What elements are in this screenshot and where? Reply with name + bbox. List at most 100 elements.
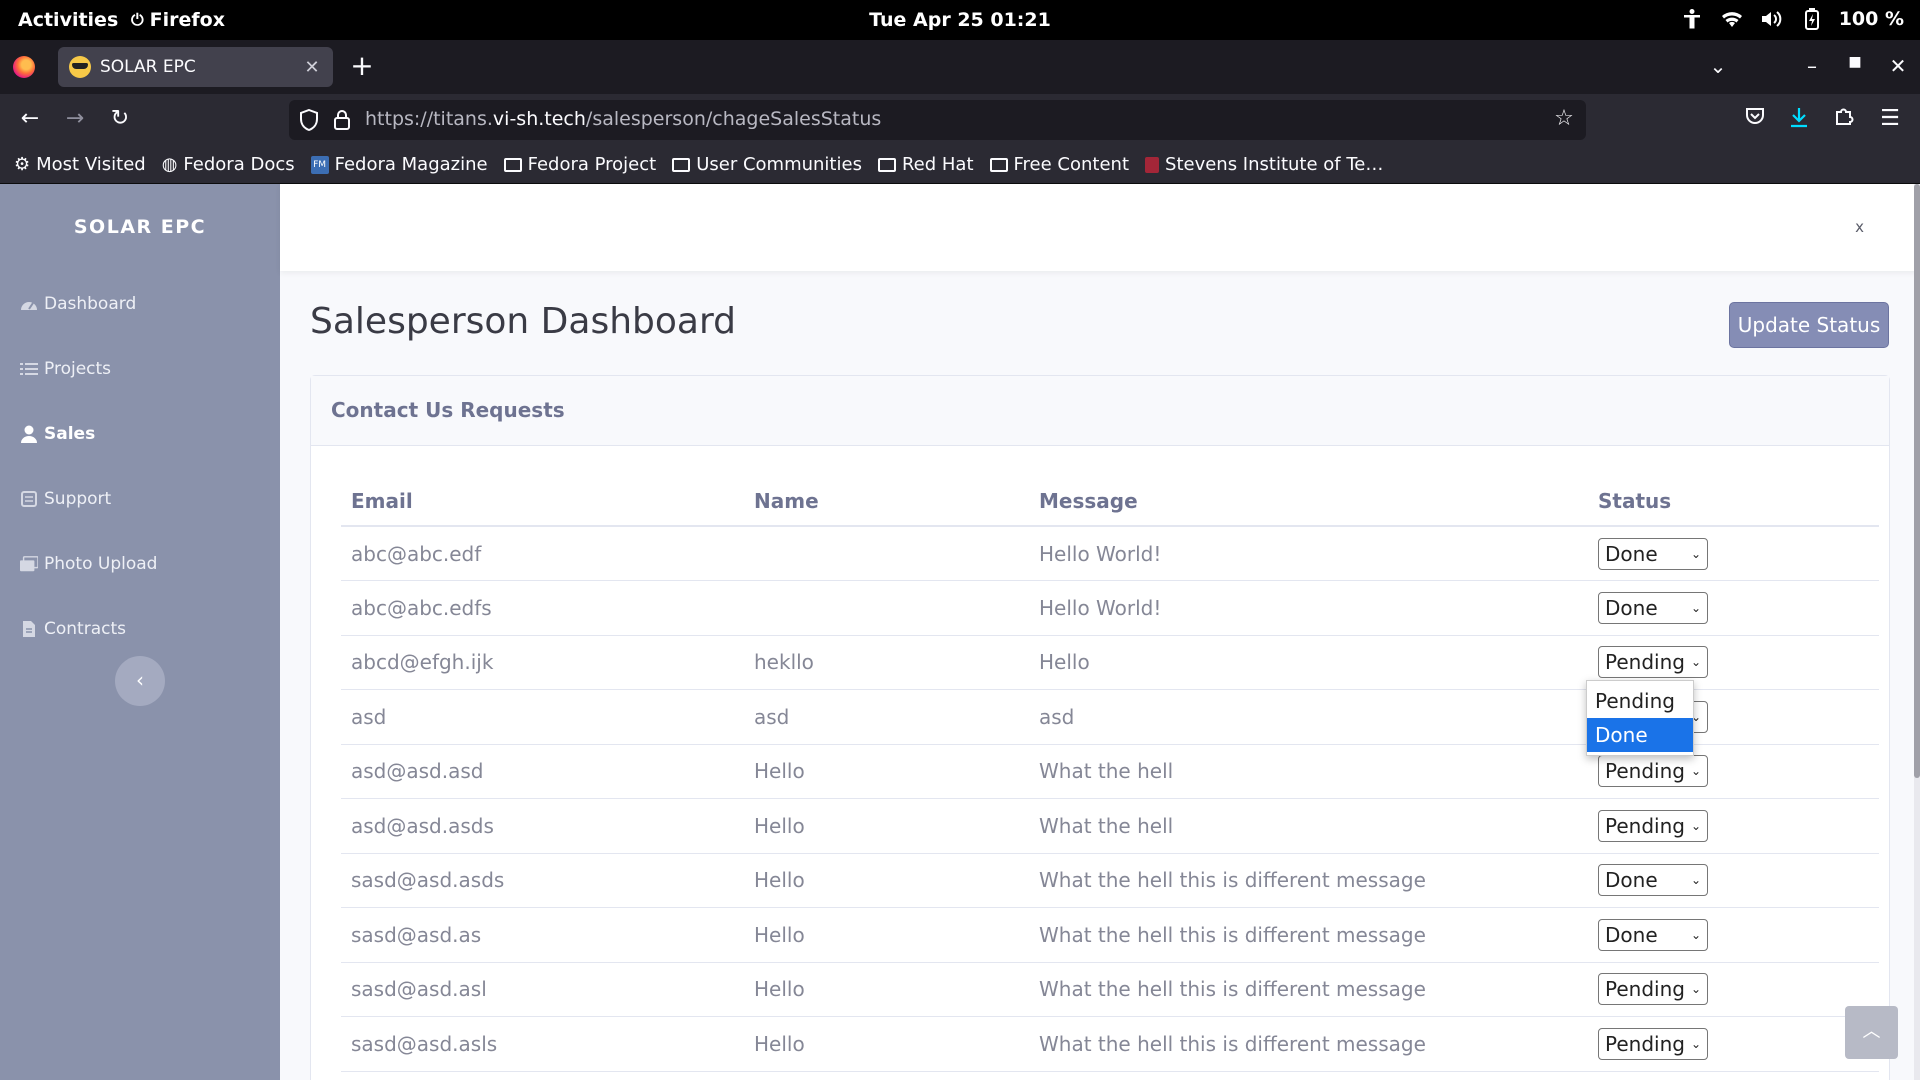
status-select[interactable]: Pending ⌄: [1598, 973, 1708, 1006]
status-select-value: Done: [1605, 595, 1658, 620]
update-status-button[interactable]: Update Status: [1729, 302, 1889, 348]
cell-message: What the hell: [1029, 744, 1588, 799]
app-menu[interactable]: ⏻ Firefox: [131, 9, 225, 31]
status-select[interactable]: Pending ⌄: [1598, 1027, 1708, 1060]
tachometer-icon: [20, 295, 38, 313]
contact-requests-table: Email Name Message Status abc@abc.edf Hel…: [341, 476, 1879, 1072]
tab-solar-epc[interactable]: SOLAR EPC ✕: [58, 47, 333, 87]
sidebar-brand[interactable]: SOLAR EPC: [0, 216, 280, 238]
system-tray[interactable]: 100 %: [1679, 6, 1904, 32]
cell-email: asd@asd.asds: [341, 798, 744, 854]
downloads-icon[interactable]: [1784, 106, 1814, 134]
navigation-toolbar: ← → ↻ https://titans.vi-sh.tech/salesper…: [0, 94, 1920, 146]
chevron-down-icon: ⌄: [1690, 655, 1701, 670]
status-select[interactable]: Done ⌄: [1598, 918, 1708, 951]
cell-name: Hello: [744, 744, 1029, 799]
firefox-logo-icon[interactable]: [13, 56, 35, 78]
bookmark-most-visited[interactable]: ⚙ Most Visited: [14, 154, 146, 175]
chevron-down-icon: ⌄: [1690, 546, 1701, 561]
cell-email: abc@abc.edfs: [341, 580, 744, 636]
minimize-window-icon[interactable]: –: [1797, 54, 1827, 80]
table-row: sasd@asd.asl Hello What the hell this is d…: [341, 962, 1879, 1017]
scrollbar-thumb[interactable]: [1914, 184, 1920, 778]
chevron-up-icon: ︿: [1862, 1021, 1881, 1042]
status-select[interactable]: Done ⌄: [1598, 537, 1708, 570]
cell-email: sasd@asd.asl: [341, 962, 744, 1017]
sidebar-item-contracts[interactable]: Contracts: [20, 619, 126, 639]
cell-message: What the hell this is different message: [1029, 962, 1588, 1017]
status-select[interactable]: Pending ⌄: [1598, 809, 1708, 842]
cell-name: Hello: [744, 962, 1029, 1017]
sidebar-item-photo-upload[interactable]: Photo Upload: [20, 554, 157, 574]
images-icon: [20, 555, 38, 573]
volume-icon[interactable]: [1759, 6, 1785, 32]
dropdown-option-pending[interactable]: Pending: [1587, 684, 1693, 718]
stevens-logo-icon: [1145, 156, 1160, 173]
pocket-icon[interactable]: [1740, 106, 1770, 134]
tab-title: SOLAR EPC: [100, 57, 196, 77]
bookmark-user-communities[interactable]: User Communities: [672, 154, 862, 175]
extensions-puzzle-icon[interactable]: [1829, 106, 1859, 134]
activities-button[interactable]: Activities: [18, 9, 118, 31]
bookmark-star-icon[interactable]: ☆: [1552, 107, 1576, 131]
scroll-to-top-button[interactable]: ︿: [1845, 1006, 1898, 1059]
battery-icon[interactable]: [1799, 6, 1825, 32]
sidebar-collapse-button[interactable]: ‹: [115, 656, 165, 706]
page-scrollbar[interactable]: [1914, 184, 1920, 1080]
list-icon: [20, 360, 38, 378]
status-select[interactable]: Pending ⌄: [1598, 755, 1708, 788]
reload-icon[interactable]: ↻: [105, 106, 135, 134]
new-tab-icon[interactable]: +: [350, 52, 374, 81]
status-select[interactable]: Done ⌄: [1598, 864, 1708, 897]
sidebar-item-label: Contracts: [44, 619, 126, 639]
hamburger-menu-icon[interactable]: ☰: [1875, 106, 1905, 134]
close-icon[interactable]: x: [1855, 218, 1864, 236]
maximize-window-icon[interactable]: ■: [1840, 54, 1870, 80]
card-title: Contact Us Requests: [311, 376, 1889, 446]
bookmark-fedora-magazine[interactable]: FM Fedora Magazine: [310, 154, 488, 175]
status-select-value: Done: [1605, 868, 1658, 893]
accessibility-icon[interactable]: [1679, 6, 1705, 32]
battery-percentage: 100 %: [1838, 8, 1904, 30]
table-row: asd@asd.asds Hello What the hell Pending ⌄: [341, 798, 1879, 854]
folder-icon: [672, 157, 691, 172]
lock-icon[interactable]: [333, 109, 351, 131]
sidebar-item-dashboard[interactable]: Dashboard: [20, 294, 136, 314]
sidebar-item-label: Projects: [44, 359, 112, 379]
status-select[interactable]: Done ⌄: [1598, 591, 1708, 624]
sidebar-item-projects[interactable]: Projects: [20, 359, 111, 379]
chevron-left-icon: ‹: [136, 668, 144, 692]
tracking-shield-icon[interactable]: [299, 109, 319, 131]
dropdown-option-done[interactable]: Done: [1587, 718, 1693, 752]
column-header-name: Name: [744, 476, 1029, 527]
bookmark-stevens[interactable]: Stevens Institute of Te…: [1145, 154, 1383, 175]
status-select-value: Done: [1605, 922, 1658, 947]
sidebar-item-sales[interactable]: Sales: [20, 424, 95, 444]
bookmark-free-content[interactable]: Free Content: [989, 154, 1129, 175]
chevron-down-icon: ⌄: [1690, 600, 1701, 615]
forward-arrow-icon[interactable]: →: [60, 106, 90, 134]
url-text[interactable]: https://titans.vi-sh.tech/salesperson/ch…: [365, 108, 881, 130]
bookmark-red-hat[interactable]: Red Hat: [877, 154, 974, 175]
sidebar-item-label: Dashboard: [44, 294, 137, 314]
support-icon: [20, 490, 38, 508]
cell-message: What the hell this is different message: [1029, 1016, 1588, 1072]
wifi-icon[interactable]: [1719, 6, 1745, 32]
address-bar[interactable]: https://titans.vi-sh.tech/salesperson/ch…: [289, 100, 1586, 140]
close-window-icon[interactable]: ✕: [1883, 54, 1913, 80]
bookmark-fedora-project[interactable]: Fedora Project: [503, 154, 656, 175]
status-select-value: Pending: [1605, 759, 1685, 784]
bookmark-fedora-docs[interactable]: ◍ Fedora Docs: [162, 154, 295, 175]
bookmark-label: User Communities: [696, 154, 862, 175]
list-all-tabs-icon[interactable]: ⌄: [1703, 54, 1733, 80]
cell-name: [744, 526, 1029, 581]
tab-close-icon[interactable]: ✕: [301, 57, 323, 78]
cell-name: hekllo: [744, 635, 1029, 690]
status-select[interactable]: Pending ⌄: [1598, 646, 1708, 679]
clock[interactable]: Tue Apr 25 01:21: [0, 9, 1920, 31]
table-row: sasd@asd.as Hello What the hell this is di…: [341, 907, 1879, 963]
sidebar-item-support[interactable]: Support: [20, 489, 111, 509]
cell-message: Hello World!: [1029, 580, 1588, 636]
back-arrow-icon[interactable]: ←: [15, 106, 45, 134]
sunglasses-favicon-icon: [69, 56, 91, 78]
